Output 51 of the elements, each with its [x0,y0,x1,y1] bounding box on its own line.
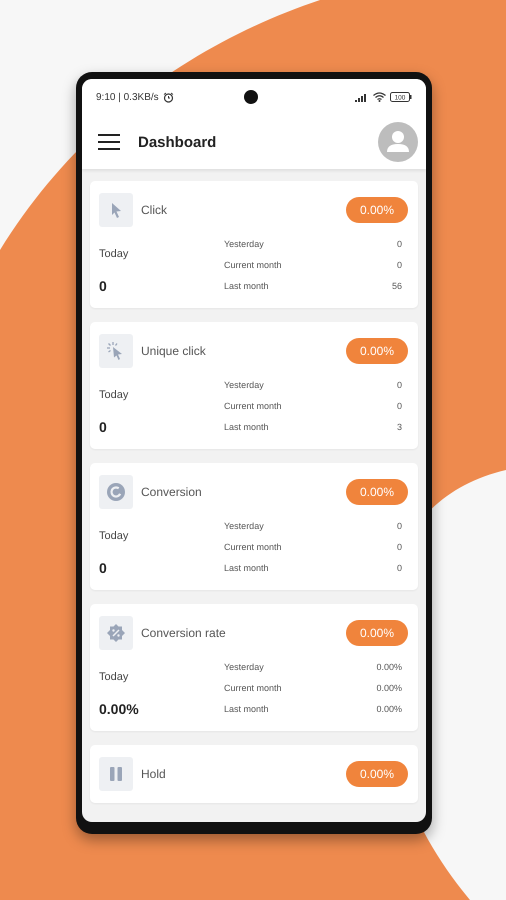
card-title: Hold [141,767,167,781]
stat-label: Current month [224,542,283,552]
page-title: Dashboard [138,134,218,150]
stat-value: 0.00% [376,662,403,672]
card-title: Conversion [141,485,203,499]
stat-value: 0.00% [376,704,403,714]
stat-label: Yesterday [224,520,265,530]
stat-value: 0 [396,238,403,248]
stat-label: Last month [224,562,270,572]
percent-badge: 0.00% [346,620,408,646]
today-label: Today [99,530,130,542]
today-label: Today [99,671,130,683]
stat-label: Yesterday [224,662,265,672]
percent-badge: 0.00% [346,338,408,364]
stat-value: 0 [396,400,403,410]
copyright-icon [106,482,126,502]
card-title: Click [141,203,168,217]
stat-label: Current month [224,682,283,692]
status-time: 9:10 | 0.3KB/s [96,92,159,102]
stat-label: Yesterday [224,380,265,390]
stat-label: Last month [224,280,270,290]
stat-value: 0 [396,260,403,270]
stat-value: 0.00% [376,682,403,692]
today-value: 0 [99,560,108,576]
stat-label: Current month [224,400,283,410]
today-value: 0 [99,278,108,294]
percent-badge: 0.00% [346,479,408,505]
percent-badge: 0.00% [346,197,408,223]
today-value: 0.00% [99,700,140,716]
stat-label: Last month [224,704,270,714]
today-label: Today [99,248,130,260]
wifi-icon [373,92,386,102]
camera-hole [244,90,258,104]
today-label: Today [99,389,130,401]
stat-value: 0 [396,562,403,572]
stat-value: 0 [396,542,403,552]
today-value: 0 [99,418,108,434]
signal-icon [355,92,369,102]
stat-value: 0 [396,380,403,390]
card-title: Unique click [141,344,207,358]
stat-value: 0 [396,520,403,530]
percent-badge-icon [106,623,126,643]
alarm-icon [162,92,174,102]
stat-label: Last month [224,422,270,432]
percent-badge: 0.00% [346,761,408,787]
stat-value: 3 [396,422,403,432]
stat-label: Yesterday [224,238,265,248]
stat-label: Current month [224,260,283,270]
menu-icon[interactable] [98,134,120,150]
stat-value: 56 [392,280,403,290]
card-title: Conversion rate [141,626,227,640]
